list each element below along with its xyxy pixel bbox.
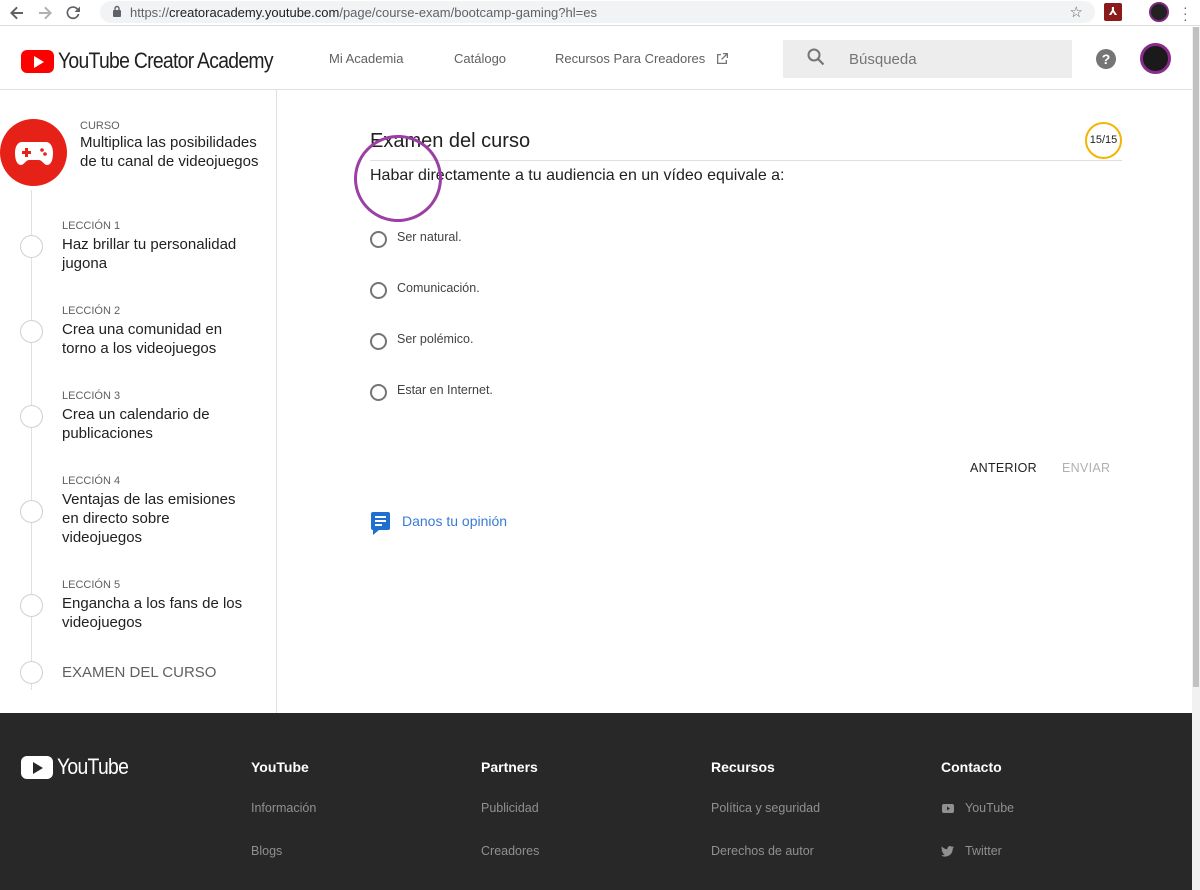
youtube-play-icon (21, 49, 54, 73)
lesson-title: Engancha a los fans de los videojuegos (62, 595, 243, 631)
radio-button[interactable] (370, 231, 387, 248)
logo-text: YouTube Creator Academy (58, 48, 274, 73)
footer-link[interactable]: Publicidad (481, 801, 539, 815)
radio-button[interactable] (370, 282, 387, 299)
course-sidebar: CURSO Multiplica las posibilidades de tu… (0, 90, 277, 713)
footer-youtube-logo[interactable]: YouTube (21, 754, 138, 780)
address-bar[interactable]: https://creatoracademy.youtube.com/page/… (100, 1, 1095, 23)
course-title[interactable]: Multiplica las posibilidades de tu canal… (80, 134, 270, 171)
footer-heading: Contacto (941, 759, 1002, 775)
footer-link[interactable]: Información (251, 801, 316, 815)
page-scrollbar[interactable] (1192, 27, 1200, 890)
option-label: Estar en Internet. (397, 383, 493, 397)
nav-recursos[interactable]: Recursos Para Creadores (555, 51, 729, 66)
lesson-title: Haz brillar tu personalidad jugona (62, 236, 237, 272)
footer-heading: YouTube (251, 759, 309, 775)
answer-option-3[interactable]: Ser polémico. (370, 328, 473, 350)
answer-option-1[interactable]: Ser natural. (370, 226, 462, 248)
site-footer: YouTube YouTube Información Blogs Partne… (0, 713, 1192, 890)
back-arrow-icon[interactable] (6, 2, 28, 24)
footer-column-youtube: YouTube (251, 759, 309, 775)
search-placeholder: Búsqueda (849, 50, 917, 68)
lesson-title: Crea un calendario de publicaciones (62, 406, 210, 442)
exam-status-dot (20, 661, 43, 684)
url-scheme: https:// (130, 4, 170, 20)
footer-heading: Partners (481, 759, 538, 775)
lesson-kicker: LECCIÓN 1 (62, 220, 121, 232)
creator-academy-logo[interactable]: YouTube Creator Academy (21, 48, 302, 74)
lesson-title: Ventajas de las emisiones en directo sob… (62, 491, 236, 546)
lock-icon (112, 5, 122, 20)
footer-heading: Recursos (711, 759, 775, 775)
scrollbar-thumb[interactable] (1193, 27, 1199, 687)
course-badge[interactable] (0, 119, 67, 186)
help-icon[interactable]: ? (1096, 49, 1116, 69)
footer-link-twitter[interactable]: Twitter (941, 844, 1002, 858)
question-counter: 15/15 (1085, 122, 1122, 159)
pdf-extension-icon[interactable]: ⅄ (1104, 3, 1122, 21)
lesson-kicker: LECCIÓN 3 (62, 390, 121, 402)
option-label: Comunicación. (397, 281, 480, 295)
youtube-play-icon (21, 755, 53, 779)
lesson-status-dot (20, 405, 43, 428)
footer-link-label: YouTube (965, 801, 1015, 815)
nav-catalogo[interactable]: Catálogo (454, 51, 506, 66)
footer-link-youtube[interactable]: YouTube (941, 801, 1014, 815)
reload-icon[interactable] (62, 2, 84, 24)
browser-toolbar: https://creatoracademy.youtube.com/page/… (0, 0, 1200, 26)
radio-button[interactable] (370, 333, 387, 350)
url-host: creatoracademy.youtube.com (169, 4, 340, 20)
star-icon[interactable]: ☆ (1070, 3, 1083, 21)
footer-link[interactable]: Derechos de autor (711, 844, 814, 858)
course-kicker: CURSO (80, 120, 120, 132)
radio-button[interactable] (370, 384, 387, 401)
browser-menu-icon[interactable]: · · · (1183, 0, 1188, 26)
feedback-label: Danos tu opinión (402, 513, 508, 529)
previous-button[interactable]: ANTERIOR (970, 461, 1037, 475)
feedback-icon (371, 512, 390, 535)
youtube-icon (941, 803, 954, 813)
lesson-status-dot (20, 594, 43, 617)
lesson-status-dot (20, 500, 43, 523)
footer-column-contacto: Contacto (941, 759, 1002, 775)
twitter-icon (941, 845, 954, 857)
lesson-status-dot (20, 235, 43, 258)
footer-logo-text: YouTube (57, 754, 129, 779)
sidebar-exam-label[interactable]: EXAMEN DEL CURSO (62, 664, 216, 681)
footer-column-partners: Partners (481, 759, 538, 775)
option-label: Ser polémico. (397, 332, 474, 346)
answer-option-2[interactable]: Comunicación. (370, 277, 480, 299)
profile-extension-icon[interactable] (1149, 2, 1169, 22)
lesson-kicker: LECCIÓN 5 (62, 579, 121, 591)
gamepad-icon (14, 141, 53, 165)
nav-mi-academia[interactable]: Mi Academia (329, 51, 403, 66)
lesson-title: Crea una comunidad en torno a los videoj… (62, 321, 223, 357)
footer-link[interactable]: Creadores (481, 844, 539, 858)
submit-button[interactable]: ENVIAR (1062, 461, 1110, 475)
lesson-kicker: LECCIÓN 4 (62, 475, 121, 487)
option-label: Ser natural. (397, 230, 462, 244)
url-path: /page/course-exam/bootcamp-gaming?hl=es (339, 4, 597, 20)
footer-link[interactable]: Política y seguridad (711, 801, 820, 815)
nav-recursos-label: Recursos Para Creadores (555, 51, 706, 66)
forward-arrow-icon[interactable] (34, 2, 56, 24)
title-divider (370, 160, 1122, 161)
site-header: YouTube Creator Academy Mi Academia Catá… (0, 27, 1192, 90)
search-box[interactable]: Búsqueda (783, 40, 1072, 78)
external-link-icon (717, 53, 729, 64)
search-icon (807, 48, 825, 71)
answer-option-4[interactable]: Estar en Internet. (370, 379, 493, 401)
footer-link[interactable]: Blogs (251, 844, 282, 858)
avatar[interactable] (1140, 43, 1171, 74)
feedback-link[interactable]: Danos tu opinión (371, 512, 508, 535)
footer-column-recursos: Recursos (711, 759, 775, 775)
lesson-status-dot (20, 320, 43, 343)
footer-link-label: Twitter (965, 844, 1002, 858)
lesson-kicker: LECCIÓN 2 (62, 305, 121, 317)
